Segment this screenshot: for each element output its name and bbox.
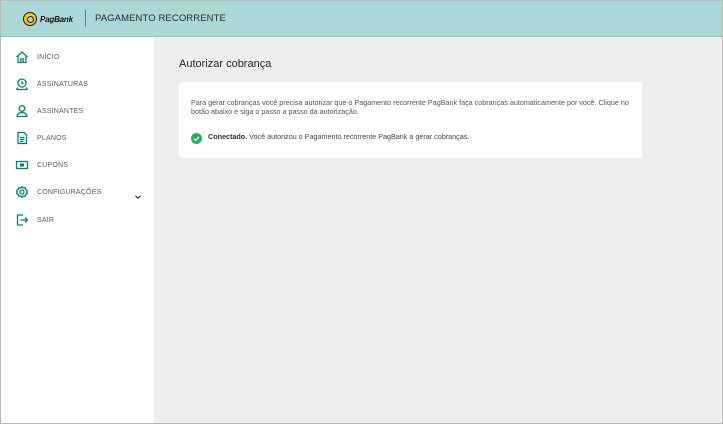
sidebar-item-label: CONFIGURAÇÕES: [37, 188, 102, 196]
pagbank-logo[interactable]: PagBank: [23, 11, 73, 27]
logo-text: PagBank: [40, 14, 73, 24]
sidebar-item-assinantes[interactable]: ASSINANTES: [15, 103, 145, 119]
header-divider: [85, 10, 86, 27]
chevron-down-icon[interactable]: [134, 188, 142, 200]
sidebar-item-cupons[interactable]: CUPONS: [15, 157, 145, 173]
check-circle-icon: [191, 131, 202, 144]
sidebar-item-sair[interactable]: SAIR: [15, 212, 145, 228]
sidebar-item-label: ASSINATURAS: [37, 80, 89, 88]
sidebar-item-label: SAIR: [37, 216, 55, 224]
page-title: Autorizar cobrança: [179, 58, 272, 70]
sidebar-item-label: INÍCIO: [37, 53, 60, 61]
user-icon: [15, 104, 29, 118]
status-detail: Você autorizou o Pagamento recorrente Pa…: [247, 131, 470, 141]
sidebar-item-assinaturas[interactable]: ASSINATURAS: [15, 76, 145, 92]
app-title: PAGAMENTO RECORRENTE: [95, 13, 226, 24]
app-window: PagBank PAGAMENTO RECORRENTE INÍCIO ASSI…: [0, 0, 723, 424]
sidebar: INÍCIO ASSINATURAS ASSINANTES PLANOS CUP: [1, 37, 154, 423]
main-content: Autorizar cobrança Para gerar cobranças …: [154, 37, 722, 423]
status-label: Conectado.: [208, 131, 248, 141]
sidebar-item-label: CUPONS: [37, 161, 69, 169]
sidebar-item-inicio[interactable]: INÍCIO: [15, 49, 145, 65]
coupon-icon: [15, 158, 29, 172]
top-bar: PagBank PAGAMENTO RECORRENTE: [1, 1, 722, 37]
sidebar-item-label: PLANOS: [37, 134, 67, 142]
logout-icon: [15, 213, 29, 227]
sidebar-item-planos[interactable]: PLANOS: [15, 130, 145, 146]
home-icon: [15, 50, 29, 64]
gear-icon: [15, 185, 29, 199]
authorization-card: Para gerar cobranças você precisa autori…: [179, 82, 642, 158]
status-message: Conectado. Você autorizou o Pagamento re…: [208, 132, 469, 141]
authorization-description: Para gerar cobranças você precisa autori…: [191, 98, 629, 116]
subscriptions-icon: [15, 77, 29, 91]
sidebar-item-configuracoes[interactable]: CONFIGURAÇÕES: [15, 184, 145, 200]
connection-status: Conectado. Você autorizou o Pagamento re…: [191, 130, 469, 144]
document-icon: [15, 131, 29, 145]
pagbank-logo-icon: [23, 12, 37, 26]
sidebar-item-label: ASSINANTES: [37, 107, 84, 115]
